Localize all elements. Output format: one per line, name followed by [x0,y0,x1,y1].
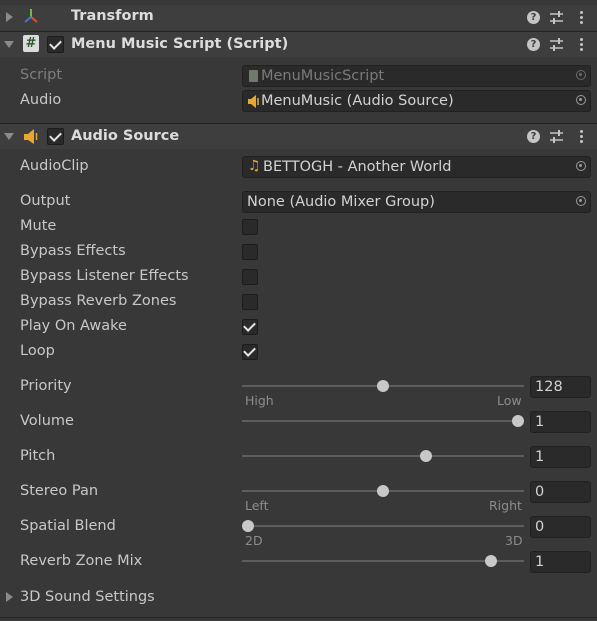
spatial-blend-label: Spatial Blend [20,518,116,534]
stereo-pan-label: Stereo Pan [20,483,99,499]
transform-axes-icon [24,9,38,23]
slider-handle[interactable] [485,555,497,567]
spatial-blend-value: 0 [535,519,545,535]
stereo-pan-max-caption: Right [489,498,522,513]
priority-label: Priority [20,378,72,394]
priority-min-caption: High [245,393,274,408]
slider-handle[interactable] [242,520,254,532]
presets-icon[interactable] [549,37,564,52]
picker-icon[interactable] [576,161,586,171]
reverb-zone-mix-value-field[interactable]: 1 [530,551,591,573]
music-note-icon: ♫ [248,158,261,174]
play-on-awake-checkbox[interactable] [242,319,258,335]
stereo-pan-value-field[interactable]: 0 [530,481,591,503]
volume-label: Volume [20,413,74,429]
bypass-listener-effects-label: Bypass Listener Effects [20,268,189,284]
enabled-checkbox[interactable] [47,36,64,53]
presets-icon[interactable] [549,129,564,144]
priority-value-field[interactable]: 128 [530,376,591,398]
reverb-zone-mix-slider[interactable] [242,555,524,567]
spatial-blend-max-caption: 3D [505,533,523,548]
slider-handle[interactable] [377,485,389,497]
bypass-effects-label: Bypass Effects [20,243,126,259]
audio-field[interactable]: MenuMusic (Audio Source) [242,90,591,112]
bypass-effects-checkbox[interactable] [242,244,258,260]
fold-down-icon[interactable] [4,41,14,48]
output-value: None (Audio Mixer Group) [247,194,435,210]
audio-value: MenuMusic (Audio Source) [261,93,454,109]
audioclip-label: AudioClip [20,158,89,174]
spatial-blend-min-caption: 2D [245,533,263,548]
picker-icon[interactable] [576,95,586,105]
more-menu-icon[interactable] [580,130,583,145]
stereo-pan-value: 0 [535,484,545,500]
fold-right-icon[interactable] [6,12,13,22]
picker-icon [576,70,586,80]
reverb-zone-mix-value: 1 [535,554,545,570]
slider-handle[interactable] [377,380,389,392]
mute-label: Mute [20,218,57,234]
component-title: Menu Music Script (Script) [71,36,289,52]
volume-value: 1 [535,414,545,430]
loop-label: Loop [20,343,55,359]
script-value: MenuMusicScript [261,68,385,84]
play-on-awake-label: Play On Awake [20,318,127,334]
spatial-blend-slider[interactable] [242,520,524,532]
bypass-reverb-zones-checkbox[interactable] [242,294,258,310]
fold-right-icon[interactable] [6,592,13,602]
fold-down-icon[interactable] [4,133,14,140]
bypass-reverb-zones-label: Bypass Reverb Zones [20,293,177,309]
help-icon[interactable]: ? [527,130,540,143]
enabled-checkbox[interactable] [47,128,64,145]
audio-source-header[interactable]: Audio Source ? [0,124,597,149]
script-label: Script [20,67,63,83]
more-menu-icon[interactable] [580,38,583,53]
slider-handle[interactable] [512,415,524,427]
help-icon[interactable]: ? [527,11,540,24]
pitch-label: Pitch [20,448,56,464]
mute-checkbox[interactable] [242,219,258,235]
output-label: Output [20,193,71,209]
slider-handle[interactable] [420,450,433,462]
bypass-listener-effects-checkbox[interactable] [242,269,258,285]
volume-value-field[interactable]: 1 [530,411,591,433]
pitch-slider[interactable] [242,450,524,462]
volume-slider[interactable] [242,415,524,427]
audio-speaker-icon [24,129,38,144]
transform-header[interactable]: Transform ? [0,5,597,30]
script-field: MenuMusicScript [242,65,591,87]
audioclip-value: BETTOGH - Another World [263,159,452,175]
menu-music-script-header[interactable]: # Menu Music Script (Script) ? [0,32,597,57]
stereo-pan-min-caption: Left [245,498,269,513]
spatial-blend-value-field[interactable]: 0 [530,516,591,538]
priority-slider[interactable] [242,380,524,392]
priority-max-caption: Low [497,393,522,408]
reverb-zone-mix-label: Reverb Zone Mix [20,553,143,569]
more-menu-icon[interactable] [580,11,583,26]
component-title: Audio Source [71,128,180,144]
pitch-value: 1 [535,449,545,465]
stereo-pan-slider[interactable] [242,485,524,497]
help-icon[interactable]: ? [527,38,540,51]
script-hash-icon: # [23,35,39,52]
audio-label: Audio [20,92,62,108]
presets-icon[interactable] [549,10,564,25]
picker-icon[interactable] [576,196,586,206]
output-field[interactable]: None (Audio Mixer Group) [242,191,591,213]
component-title: Transform [71,8,154,24]
priority-value: 128 [535,379,563,395]
3d-sound-settings-foldout[interactable]: 3D Sound Settings [20,589,155,605]
audio-speaker-icon [248,95,259,108]
loop-checkbox[interactable] [242,344,258,360]
script-file-icon [249,70,258,82]
pitch-value-field[interactable]: 1 [530,446,591,468]
audioclip-field[interactable]: ♫ BETTOGH - Another World [242,156,591,178]
